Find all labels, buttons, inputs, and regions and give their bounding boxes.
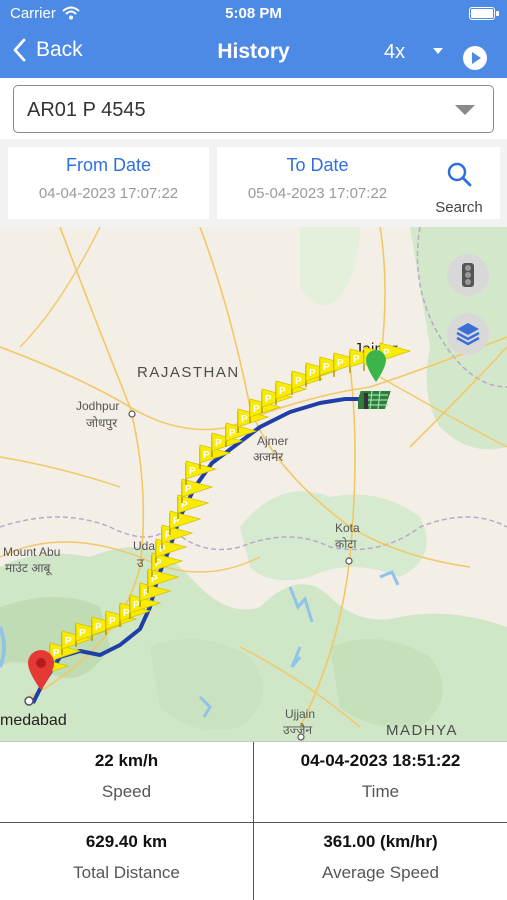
stats-divider-vertical bbox=[253, 742, 254, 900]
stats-divider-horizontal bbox=[0, 822, 507, 823]
svg-text:P: P bbox=[109, 616, 116, 627]
end-pin-icon[interactable] bbox=[364, 349, 388, 383]
svg-text:P: P bbox=[95, 622, 102, 633]
stat-speed-label: Speed bbox=[101, 782, 152, 801]
vehicle-value: AR01 P 4545 bbox=[27, 99, 146, 121]
date-filter-bar: From Date 04-04-2023 17:07:22 To Date 05… bbox=[0, 139, 507, 227]
playback-speed-select[interactable]: 4x bbox=[384, 41, 405, 64]
layers-icon bbox=[456, 323, 480, 346]
svg-text:P: P bbox=[203, 450, 210, 461]
from-date-value: 04-04-2023 17:07:22 bbox=[38, 185, 179, 202]
svg-text:P: P bbox=[353, 354, 360, 365]
to-date-label: To Date bbox=[286, 155, 349, 175]
vehicle-location-icon bbox=[358, 390, 391, 410]
from-date-picker[interactable]: From Date 04-04-2023 17:07:22 bbox=[8, 147, 209, 219]
stat-total-distance-label: Total Distance bbox=[73, 863, 180, 882]
svg-text:P: P bbox=[123, 608, 130, 619]
svg-text:P: P bbox=[253, 404, 260, 415]
chevron-left-icon bbox=[13, 38, 26, 62]
to-date-value: 05-04-2023 17:07:22 bbox=[247, 185, 388, 202]
search-label: Search bbox=[435, 199, 483, 216]
stat-total-distance: 629.40 km Total Distance bbox=[0, 823, 253, 900]
status-time: 5:08 PM bbox=[225, 5, 282, 22]
chevron-down-icon[interactable] bbox=[433, 48, 443, 54]
stat-average-speed: 361.00 (km/hr) Average Speed bbox=[254, 823, 507, 900]
svg-text:P: P bbox=[309, 368, 316, 379]
svg-text:P: P bbox=[165, 530, 172, 541]
parking-markers-layer: PPPPPPPPPPPPPPPPPPPPPPPPPPPPPPP bbox=[37, 342, 412, 682]
svg-text:P: P bbox=[323, 362, 330, 373]
stat-time-value: 04-04-2023 18:51:22 bbox=[300, 751, 461, 770]
traffic-light-icon bbox=[462, 263, 474, 287]
dropdown-arrow-icon bbox=[455, 105, 475, 115]
history-screen: Carrier 5:08 PM Back History 4x AR01 P 4… bbox=[0, 0, 507, 900]
back-label: Back bbox=[36, 38, 83, 61]
stat-average-speed-value: 361.00 (km/hr) bbox=[323, 832, 438, 851]
route-map[interactable]: RAJASTHAN Jaipur Jodhpur जोधपुर Ajmer अज… bbox=[0, 227, 507, 741]
stat-speed-value: 22 km/h bbox=[94, 751, 159, 770]
svg-text:P: P bbox=[337, 358, 344, 369]
stat-speed: 22 km/h Speed bbox=[0, 742, 253, 822]
trip-stats-panel: 22 km/h Speed 04-04-2023 18:51:22 Time 6… bbox=[0, 741, 507, 900]
stat-average-speed-label: Average Speed bbox=[322, 863, 439, 882]
battery-icon bbox=[469, 7, 495, 20]
svg-text:P: P bbox=[79, 628, 86, 639]
svg-text:P: P bbox=[65, 636, 72, 647]
app-header: Carrier 5:08 PM Back History 4x bbox=[0, 0, 507, 78]
start-pin-icon[interactable] bbox=[26, 649, 56, 691]
to-date-picker[interactable]: To Date 05-04-2023 17:07:22 bbox=[217, 147, 418, 219]
from-date-label: From Date bbox=[65, 155, 152, 175]
map-layers-button[interactable] bbox=[447, 313, 489, 355]
stat-time: 04-04-2023 18:51:22 Time bbox=[254, 742, 507, 822]
search-icon bbox=[447, 162, 472, 187]
svg-text:P: P bbox=[241, 414, 248, 425]
stat-time-label: Time bbox=[361, 782, 400, 801]
back-button[interactable]: Back bbox=[12, 38, 83, 62]
svg-text:P: P bbox=[215, 438, 222, 449]
traffic-layer-button[interactable] bbox=[447, 254, 489, 296]
svg-text:P: P bbox=[265, 394, 272, 405]
stat-total-distance-value: 629.40 km bbox=[85, 832, 168, 851]
vehicle-dropdown[interactable]: AR01 P 4545 bbox=[13, 85, 494, 133]
svg-text:P: P bbox=[279, 386, 286, 397]
svg-text:P: P bbox=[143, 588, 150, 599]
svg-text:P: P bbox=[229, 428, 236, 439]
svg-text:P: P bbox=[189, 466, 196, 477]
search-button[interactable]: Search bbox=[418, 147, 500, 219]
nav-bar: Back History 4x bbox=[0, 28, 507, 78]
svg-text:P: P bbox=[295, 376, 302, 387]
svg-text:P: P bbox=[173, 516, 180, 527]
svg-text:P: P bbox=[133, 600, 140, 611]
play-icon[interactable] bbox=[463, 46, 487, 70]
battery-tip bbox=[496, 11, 499, 16]
svg-text:P: P bbox=[185, 484, 192, 495]
status-bar: Carrier 5:08 PM bbox=[0, 0, 507, 28]
